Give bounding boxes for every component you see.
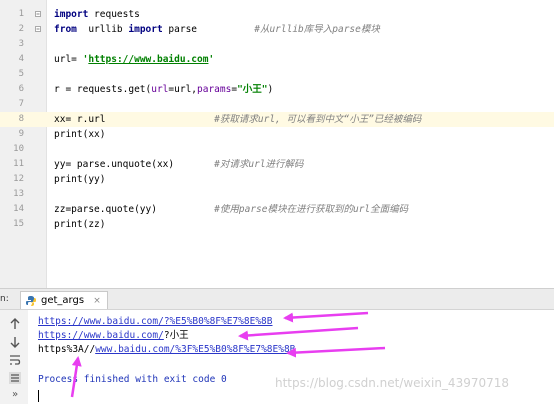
text-caret: [38, 390, 39, 402]
scroll-down-icon[interactable]: [8, 334, 22, 348]
code-text: print(xx): [54, 127, 105, 142]
python-file-icon: [25, 295, 37, 307]
code-line[interactable]: 5: [0, 67, 554, 82]
fold-marker-icon[interactable]: [35, 26, 41, 32]
line-number: 10: [13, 144, 24, 154]
code-line[interactable]: 3: [0, 37, 554, 52]
more-actions-icon[interactable]: »: [8, 388, 22, 402]
code-token: import: [128, 24, 163, 35]
code-token: parse: [162, 24, 255, 35]
line-number: 7: [18, 99, 24, 109]
code-line[interactable]: 15 print(zz): [0, 217, 554, 232]
code-token: zz=parse.quote(yy): [54, 204, 215, 215]
scroll-to-end-icon[interactable]: [8, 370, 22, 384]
code-token: from: [54, 24, 77, 35]
code-text: zz=parse.quote(yy) #使用parse模块在进行获取到的url全…: [54, 202, 408, 217]
code-line[interactable]: 13: [0, 187, 554, 202]
run-panel-label: n:: [0, 294, 9, 304]
watermark: https://blog.csdn.net/weixin_43970718: [275, 376, 510, 390]
console-text: ?小王: [163, 330, 189, 341]
line-number: 5: [18, 69, 24, 79]
scroll-up-icon[interactable]: [8, 316, 22, 330]
line-number: 14: [13, 204, 24, 214]
fold-marker-icon[interactable]: [35, 11, 41, 17]
line-number: 11: [13, 159, 24, 169]
code-token: "小王": [237, 84, 268, 95]
code-line[interactable]: 9 print(xx): [0, 127, 554, 142]
close-tab-icon[interactable]: ×: [93, 296, 101, 306]
line-number: 6: [18, 84, 24, 94]
code-line[interactable]: 6 r = requests.get(url=url,params="小王"): [0, 82, 554, 97]
code-token: ': [208, 54, 215, 65]
run-toolbar: »: [0, 310, 29, 404]
console-text: Process finished with exit code 0: [38, 374, 227, 385]
code-token: url=: [54, 54, 83, 65]
code-token: url: [151, 84, 169, 95]
code-token: yy= parse.unquote(xx): [54, 159, 215, 170]
console-line: https%3A//www.baidu.com/%3F%E5%B0%8F%E7%…: [38, 343, 295, 357]
code-text: import requests: [54, 7, 140, 22]
code-text: print(zz): [54, 217, 105, 232]
code-line[interactable]: 8 xx= r.url #获取请求url, 可以看到中文“小王”已经被编码: [0, 112, 554, 127]
code-editor[interactable]: 1 import requests 2 from urllib import pars…: [0, 0, 554, 288]
code-token: #对请求url进行解码: [214, 159, 304, 170]
tab-get-args[interactable]: get_args ×: [20, 291, 108, 309]
line-number: 2: [18, 24, 24, 34]
run-panel-header: n: get_args ×: [0, 288, 554, 310]
line-number: 8: [18, 114, 24, 124]
code-line[interactable]: 12 print(yy): [0, 172, 554, 187]
code-token: print(xx): [54, 129, 106, 140]
code-line[interactable]: 1 import requests: [0, 7, 554, 22]
console-line: https://www.baidu.com/?小王: [38, 329, 189, 343]
code-line[interactable]: 10: [0, 142, 554, 157]
code-line[interactable]: 4 url= 'https://www.baidu.com': [0, 52, 554, 67]
code-text: print(yy): [54, 172, 105, 187]
code-text: r = requests.get(url=url,params="小王"): [54, 82, 273, 97]
tab-label: get_args: [41, 295, 85, 306]
code-token: params: [197, 84, 232, 95]
code-text: xx= r.url #获取请求url, 可以看到中文“小王”已经被编码: [54, 112, 421, 127]
code-line[interactable]: 7: [0, 97, 554, 112]
code-line[interactable]: 2 from urllib import parse #从urllib库导入par…: [0, 22, 554, 37]
code-token: =url,: [168, 84, 198, 95]
code-token: #获取请求url, 可以看到中文“小王”已经被编码: [214, 114, 422, 125]
console-link[interactable]: https://www.baidu.com/?%E5%B0%8F%E7%8E%8…: [38, 316, 273, 327]
line-number: 9: [18, 129, 24, 139]
code-token: requests: [88, 9, 140, 20]
code-token: r = requests.get(: [54, 84, 152, 95]
console-line: Process finished with exit code 0: [38, 373, 227, 387]
code-text: yy= parse.unquote(xx) #对请求url进行解码: [54, 157, 304, 172]
line-number: 13: [13, 189, 24, 199]
line-number: 12: [13, 174, 24, 184]
code-token: https://www.baidu.com: [88, 54, 209, 65]
line-number: 1: [18, 9, 24, 19]
code-line[interactable]: 11 yy= parse.unquote(xx) #对请求url进行解码: [0, 157, 554, 172]
soft-wrap-icon[interactable]: [8, 352, 22, 366]
code-token: ): [267, 84, 274, 95]
code-token: import: [54, 9, 89, 20]
code-token: print(yy): [54, 174, 106, 185]
code-line[interactable]: 14 zz=parse.quote(yy) #使用parse模块在进行获取到的ur…: [0, 202, 554, 217]
code-token: print(zz): [54, 219, 106, 230]
console-link[interactable]: https://www.baidu.com/: [38, 330, 164, 341]
code-token: urllib: [76, 24, 129, 35]
line-number: 3: [18, 39, 24, 49]
console-link[interactable]: www.baidu.com/%3F%E5%B0%8F%E7%8E%8B: [95, 344, 295, 355]
console-text: https%3A//: [38, 344, 96, 355]
code-token: xx= r.url: [54, 114, 215, 125]
line-number: 15: [13, 219, 24, 229]
console-line: https://www.baidu.com/?%E5%B0%8F%E7%8E%8…: [38, 315, 273, 329]
code-text: url= 'https://www.baidu.com': [54, 52, 214, 67]
line-number: 4: [18, 54, 24, 64]
code-text: from urllib import parse #从urllib库导入pars…: [54, 22, 380, 37]
code-token: #使用parse模块在进行获取到的url全面编码: [214, 204, 409, 215]
code-token: #从urllib库导入parse模块: [254, 24, 380, 35]
